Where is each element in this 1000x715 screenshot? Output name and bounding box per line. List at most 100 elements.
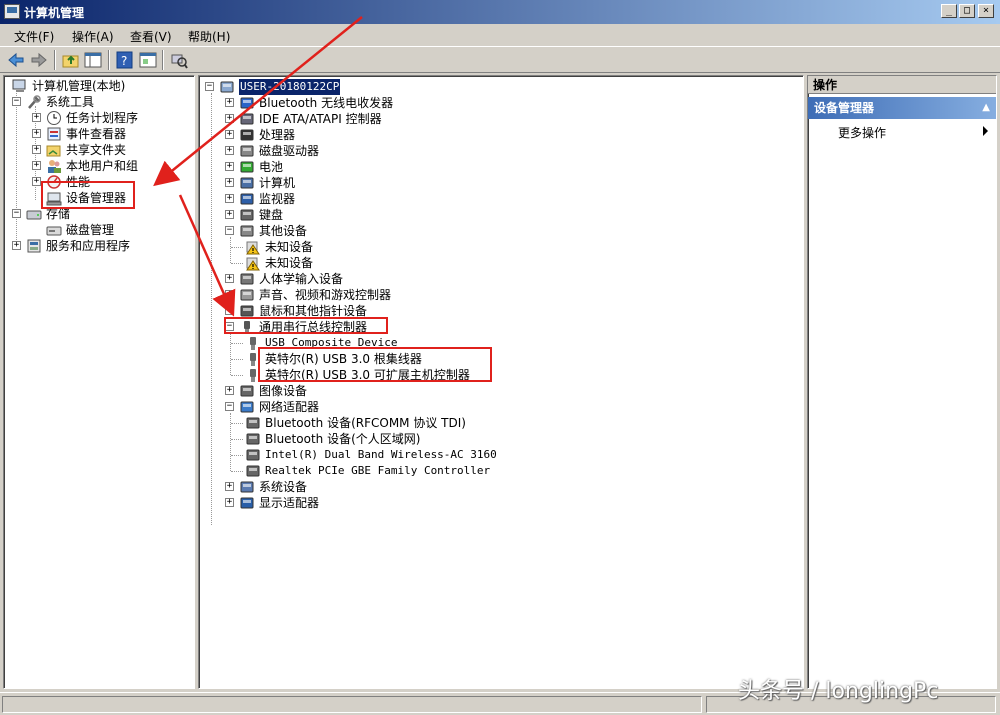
device-item[interactable]: Bluetooth 设备(个人区域网) (231, 431, 605, 447)
tree-system-tools[interactable]: − 系统工具 (12, 94, 192, 110)
toolbar-separator (108, 50, 110, 70)
disk-drive-icon (240, 145, 254, 157)
device-category[interactable]: + 监视器 (225, 191, 625, 207)
network-icon (246, 449, 260, 461)
expand-icon[interactable]: + (225, 482, 234, 491)
device-category-label: Bluetooth 无线电收发器 (259, 96, 394, 110)
actions-header: 操作 (808, 76, 996, 94)
status-cell (2, 696, 702, 713)
actions-section-label: 设备管理器 (814, 101, 875, 115)
minimize-button[interactable]: _ (941, 4, 957, 18)
expand-icon[interactable]: + (225, 130, 234, 139)
expand-icon[interactable]: + (225, 498, 234, 507)
expand-icon[interactable]: + (225, 210, 234, 219)
maximize-button[interactable]: □ (959, 4, 975, 18)
expand-icon[interactable]: + (32, 145, 41, 154)
disk-icon (46, 226, 62, 236)
device-category[interactable]: + 键盘 (225, 207, 625, 223)
device-category[interactable]: + 声音、视频和游戏控制器 (225, 287, 625, 303)
display-adapter-icon (240, 497, 254, 509)
device-category[interactable]: + 磁盘驱动器 (225, 143, 625, 159)
device-category[interactable]: + 电池 (225, 159, 625, 175)
device-tree-root-label: USER-20180122CP (239, 79, 341, 95)
title-bar: 计算机管理 _ □ × (0, 0, 1000, 24)
menu-help[interactable]: 帮助(H) (188, 28, 230, 45)
computer-icon (240, 177, 254, 189)
device-category-label: 监视器 (259, 192, 296, 206)
menu-file[interactable]: 文件(F) (14, 28, 54, 45)
expand-icon[interactable]: + (32, 177, 41, 186)
device-category[interactable]: + 显示适配器 (225, 495, 625, 511)
device-category[interactable]: + 图像设备 (225, 383, 625, 399)
device-category[interactable]: + 处理器 (225, 127, 625, 143)
device-category[interactable]: + IDE ATA/ATAPI 控制器 (225, 111, 625, 127)
actions-section-device-manager[interactable]: 设备管理器 ▲ (808, 97, 996, 119)
tree-line (231, 343, 243, 344)
collapse-icon[interactable]: − (225, 226, 234, 235)
device-item[interactable]: 未知设备 (231, 255, 605, 271)
tree-task-scheduler[interactable]: + 任务计划程序 (32, 110, 192, 126)
device-item[interactable]: 未知设备 (231, 239, 605, 255)
back-icon[interactable] (7, 51, 25, 69)
device-item-label: Bluetooth 设备(RFCOMM 协议 TDI) (265, 416, 466, 430)
device-category[interactable]: + Bluetooth 无线电收发器 (225, 95, 625, 111)
device-category-label: 图像设备 (259, 384, 308, 398)
device-category[interactable]: + 计算机 (225, 175, 625, 191)
collapse-arrow-icon[interactable]: ▲ (982, 97, 990, 119)
expand-icon[interactable]: + (225, 194, 234, 203)
expand-icon[interactable]: + (225, 98, 234, 107)
help-icon[interactable]: ? (116, 51, 134, 69)
tree-event-viewer[interactable]: + 事件查看器 (32, 126, 192, 142)
close-button[interactable]: × (978, 4, 994, 18)
tree-line (231, 471, 243, 472)
tools-icon (28, 95, 41, 109)
expand-icon[interactable]: + (225, 146, 234, 155)
device-item[interactable]: Intel(R) Dual Band Wireless-AC 3160 (231, 447, 605, 463)
expand-icon[interactable]: + (225, 274, 234, 283)
tree-services-apps[interactable]: + 服务和应用程序 (12, 238, 192, 254)
menu-view[interactable]: 查看(V) (130, 28, 172, 45)
expand-icon[interactable]: + (12, 241, 21, 250)
services-icon (27, 239, 41, 253)
device-category[interactable]: + 系统设备 (225, 479, 625, 495)
tree-shared-folders[interactable]: + 共享文件夹 (32, 142, 192, 158)
expand-icon[interactable]: + (225, 178, 234, 187)
device-category-label: 网络适配器 (259, 400, 320, 414)
device-item[interactable]: Bluetooth 设备(RFCOMM 协议 TDI) (231, 415, 605, 431)
device-category-label: 其他设备 (259, 224, 308, 238)
expand-icon[interactable]: + (225, 386, 234, 395)
expand-icon[interactable]: + (225, 290, 234, 299)
tree-shared-folders-label: 共享文件夹 (66, 143, 127, 157)
expand-icon[interactable]: + (32, 161, 41, 170)
device-tree-root[interactable]: − USER-20180122CP (205, 79, 405, 95)
tree-disk-management[interactable]: 磁盘管理 (46, 222, 186, 238)
up-folder-icon[interactable] (62, 51, 80, 69)
scan-hardware-icon[interactable] (170, 51, 188, 69)
tree-root-label: 计算机管理(本地) (32, 79, 126, 93)
show-hide-tree-icon[interactable] (84, 51, 102, 69)
expand-icon[interactable]: + (225, 162, 234, 171)
collapse-icon[interactable]: − (205, 82, 214, 91)
device-category[interactable]: − 其他设备 (225, 223, 625, 239)
collapse-icon[interactable]: − (12, 97, 21, 106)
more-actions-link[interactable]: 更多操作 (838, 124, 886, 141)
tree-local-users[interactable]: + 本地用户和组 (32, 158, 192, 174)
device-category[interactable]: + 人体学输入设备 (225, 271, 625, 287)
forward-icon[interactable] (30, 51, 48, 69)
expand-icon[interactable]: + (32, 113, 41, 122)
expand-icon[interactable]: + (32, 129, 41, 138)
highlight-box-device-manager (41, 181, 135, 209)
tree-root[interactable]: 计算机管理(本地) (10, 78, 190, 94)
tree-line (230, 237, 231, 263)
expand-icon[interactable]: + (225, 114, 234, 123)
device-item[interactable]: Realtek PCIe GBE Family Controller (231, 463, 605, 479)
device-category[interactable]: − 网络适配器 (225, 399, 625, 415)
tree-disk-management-label: 磁盘管理 (66, 223, 115, 237)
properties-icon[interactable] (139, 51, 157, 69)
toolbar-separator (162, 50, 164, 70)
device-item-label: 未知设备 (265, 256, 314, 270)
menu-action[interactable]: 操作(A) (72, 28, 114, 45)
expand-icon[interactable]: + (225, 306, 234, 315)
collapse-icon[interactable]: − (12, 209, 21, 218)
collapse-icon[interactable]: − (225, 402, 234, 411)
